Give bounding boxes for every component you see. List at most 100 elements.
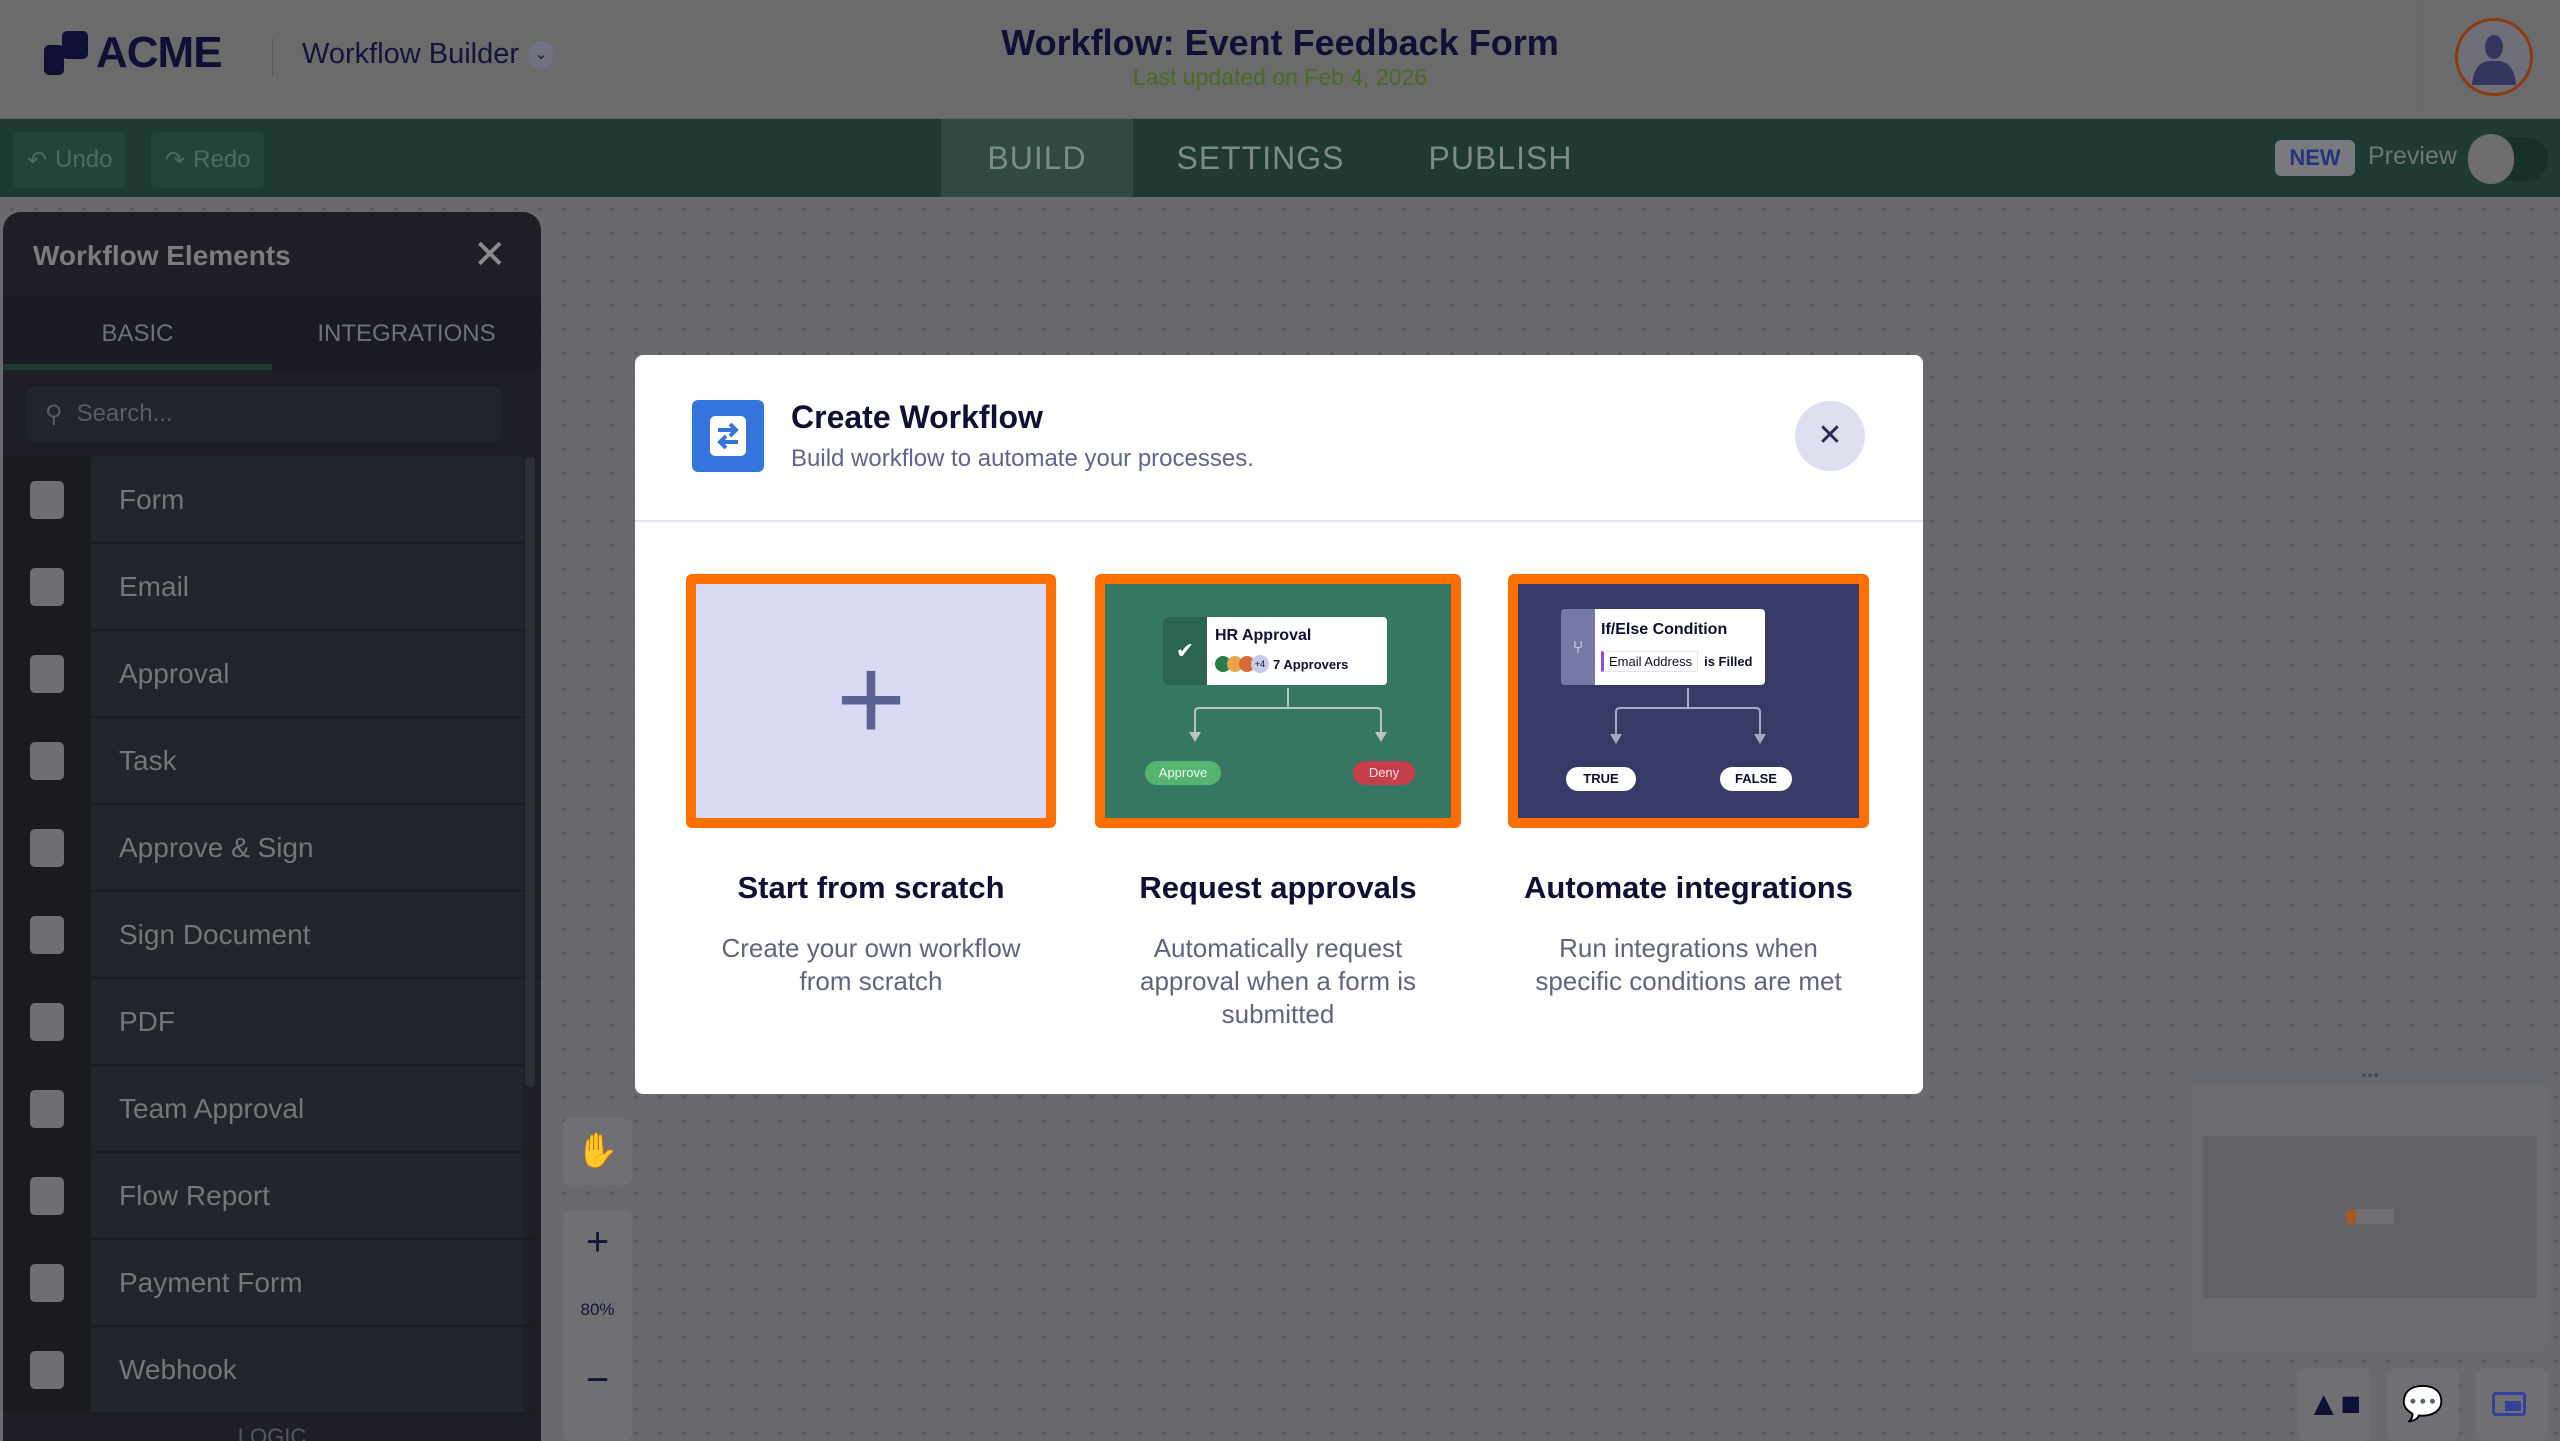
plus-icon: +: [696, 584, 1046, 814]
approve-sign-icon: [3, 805, 91, 890]
search-icon: ⚲: [45, 400, 63, 429]
sidebar-item-label: Approve & Sign: [91, 805, 523, 890]
sidebar-item-label: Flow Report: [91, 1153, 523, 1238]
node-title: HR Approval: [1215, 627, 1311, 645]
sidebar-item-sign-document[interactable]: Sign Document: [3, 892, 541, 979]
dialog-subtitle: Build workflow to automate your processe…: [791, 445, 1254, 473]
sidebar-item-label: PDF: [91, 979, 523, 1064]
section-logic: LOGIC: [3, 1424, 541, 1441]
hand-tool-button[interactable]: ✋: [563, 1118, 632, 1185]
search-placeholder: Search...: [77, 400, 173, 428]
drag-handle-icon[interactable]: ●●●: [2192, 1070, 2548, 1084]
scrollbar[interactable]: [525, 457, 535, 1087]
minimap-toggle-button[interactable]: [2476, 1368, 2548, 1441]
sidebar-item-form[interactable]: Form: [3, 457, 541, 544]
workflow-elements-panel: Workflow Elements ✕ BASIC INTEGRATIONS ⚲…: [3, 212, 541, 1441]
workflow-icon: [692, 400, 764, 472]
false-pill: FALSE: [1720, 767, 1792, 791]
element-list: FormEmailApprovalTaskApprove & SignSign …: [3, 457, 541, 1414]
approval-icon: [3, 631, 91, 716]
branch-icon: ⑂: [1561, 609, 1595, 685]
true-pill: TRUE: [1566, 767, 1636, 791]
team-approval-icon: [3, 1066, 91, 1151]
form-icon: [3, 457, 91, 542]
hand-icon: ✋: [576, 1132, 618, 1170]
avatar[interactable]: [2455, 18, 2533, 96]
divider: [635, 520, 1923, 522]
search-input[interactable]: ⚲ Search...: [27, 386, 501, 442]
approval-thumbnail: ✔ HR Approval +4 7 Approvers Approve Den…: [1095, 574, 1461, 828]
zoom-level: 80%: [563, 1275, 632, 1345]
tab-build[interactable]: BUILD: [941, 119, 1133, 197]
minimap[interactable]: ●●●: [2192, 1070, 2548, 1350]
flow-report-icon: [3, 1153, 91, 1238]
panel-title: Workflow Elements: [33, 240, 291, 272]
approval-icon: ✔: [1163, 617, 1207, 685]
sidebar-item-label: Sign Document: [91, 892, 523, 977]
sidebar-item-label: Approval: [91, 631, 523, 716]
sidebar-item-label: Email: [91, 544, 523, 629]
zoom-in-button[interactable]: +: [563, 1210, 632, 1275]
node-title: If/Else Condition: [1601, 621, 1727, 639]
redo-label: Redo: [193, 146, 250, 174]
approve-pill: Approve: [1145, 761, 1221, 785]
email-icon: [3, 544, 91, 629]
card-title: Automate integrations: [1508, 870, 1869, 906]
tab-basic[interactable]: BASIC: [3, 297, 272, 370]
option-start-from-scratch[interactable]: + Start from scratch Create your own wor…: [686, 574, 1056, 998]
sidebar-item-email[interactable]: Email: [3, 544, 541, 631]
notes-button[interactable]: 💬: [2387, 1368, 2459, 1441]
option-request-approvals[interactable]: ✔ HR Approval +4 7 Approvers Approve Den…: [1095, 574, 1461, 1031]
zoom-out-button[interactable]: −: [563, 1345, 632, 1415]
divider: [2418, 0, 2419, 119]
card-description: Run integrations when specific condition…: [1508, 932, 1869, 998]
field-chip: Email Address: [1601, 651, 1698, 672]
close-button[interactable]: ✕: [1795, 401, 1865, 471]
sidebar-item-task[interactable]: Task: [3, 718, 541, 805]
dialog-title: Create Workflow: [791, 399, 1043, 436]
last-updated: Last updated on Feb 4, 2026: [0, 64, 2560, 91]
approver-count-badge: +4: [1251, 655, 1269, 673]
preview-label: Preview: [2368, 142, 2457, 171]
page-title: Workflow: Event Feedback Form: [0, 22, 2560, 64]
undo-label: Undo: [55, 146, 112, 174]
shapes-button[interactable]: ▲■: [2298, 1368, 2370, 1441]
user-icon: [2458, 21, 2530, 93]
sidebar-item-flow-report[interactable]: Flow Report: [3, 1153, 541, 1240]
tab-integrations[interactable]: INTEGRATIONS: [272, 297, 541, 370]
sidebar-item-pdf[interactable]: PDF: [3, 979, 541, 1066]
minimap-icon: [2492, 1392, 2526, 1416]
sidebar-item-payment-form[interactable]: Payment Form: [3, 1240, 541, 1327]
preview-toggle[interactable]: [2468, 137, 2548, 181]
sidebar-item-label: Task: [91, 718, 523, 803]
panel-tabs: BASIC INTEGRATIONS: [3, 297, 541, 370]
create-workflow-dialog: Create Workflow Build workflow to automa…: [635, 355, 1923, 1094]
webhook-icon: [3, 1327, 91, 1412]
card-description: Automatically request approval when a fo…: [1095, 932, 1461, 1031]
comment-edit-icon: 💬: [2402, 1385, 2444, 1423]
redo-icon: ↷: [165, 146, 185, 175]
shapes-icon: ▲■: [2307, 1385, 2361, 1423]
tab-publish[interactable]: PUBLISH: [1388, 119, 1613, 197]
sidebar-item-webhook[interactable]: Webhook: [3, 1327, 541, 1414]
payment-form-icon: [3, 1240, 91, 1325]
zoom-controls: + 80% −: [563, 1210, 632, 1441]
undo-icon: ↶: [27, 146, 47, 175]
sidebar-item-approve-sign[interactable]: Approve & Sign: [3, 805, 541, 892]
approvers-label: 7 Approvers: [1273, 657, 1348, 672]
top-header: ACME Workflow Builder⌄ Workflow: Event F…: [0, 0, 2560, 119]
close-icon[interactable]: ✕: [473, 232, 507, 278]
card-description: Create your own workflow from scratch: [686, 932, 1056, 998]
sidebar-item-label: Team Approval: [91, 1066, 523, 1151]
pdf-icon: [3, 979, 91, 1064]
redo-button[interactable]: ↷ Redo: [151, 132, 264, 188]
condition-label: is Filled: [1704, 654, 1752, 669]
option-automate-integrations[interactable]: ⑂ If/Else Condition Email Address is Fil…: [1508, 574, 1869, 998]
scratch-thumbnail: +: [686, 574, 1056, 828]
undo-button[interactable]: ↶ Undo: [13, 132, 126, 188]
tab-settings[interactable]: SETTINGS: [1133, 119, 1388, 197]
card-title: Start from scratch: [686, 870, 1056, 906]
sidebar-item-team-approval[interactable]: Team Approval: [3, 1066, 541, 1153]
card-title: Request approvals: [1095, 870, 1461, 906]
sidebar-item-approval[interactable]: Approval: [3, 631, 541, 718]
